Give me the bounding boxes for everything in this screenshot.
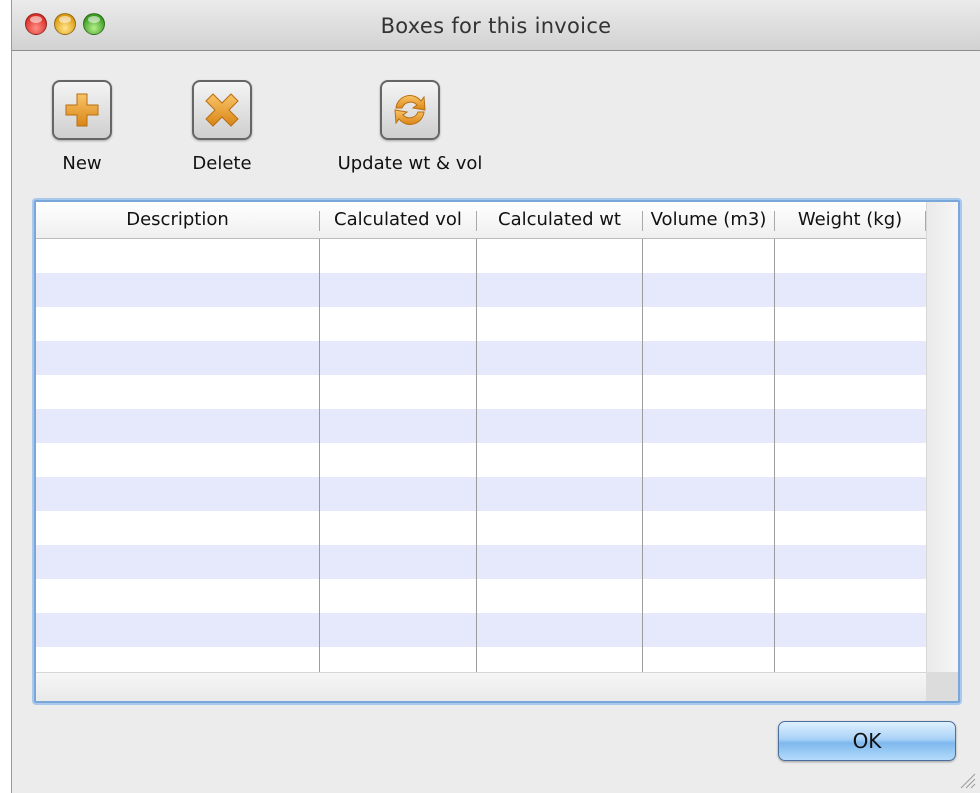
scrollbar-corner	[926, 672, 958, 701]
table-body[interactable]	[36, 239, 926, 672]
ok-button[interactable]: OK	[778, 721, 956, 761]
table-row[interactable]	[36, 477, 926, 511]
table-header: Description Calculated vol Calculated wt…	[36, 202, 926, 239]
column-divider	[642, 239, 643, 672]
x-icon	[192, 80, 252, 140]
delete-button-label: Delete	[192, 153, 252, 174]
table-row[interactable]	[36, 511, 926, 545]
column-divider	[774, 239, 775, 672]
plus-icon	[52, 80, 112, 140]
table-row[interactable]	[36, 307, 926, 341]
boxes-table[interactable]: Description Calculated vol Calculated wt…	[34, 200, 960, 703]
invoice-boxes-window: Boxes for this invoice New Delete Update…	[11, 0, 980, 793]
table-row[interactable]	[36, 341, 926, 375]
table-row[interactable]	[36, 409, 926, 443]
update-wt-vol-button[interactable]: Update wt & vol	[330, 80, 490, 174]
column-header-weight[interactable]: Weight (kg)	[775, 202, 925, 238]
table-row[interactable]	[36, 613, 926, 647]
resize-grip-icon[interactable]	[958, 771, 976, 789]
horizontal-scrollbar[interactable]	[36, 672, 926, 701]
refresh-icon	[380, 80, 440, 140]
update-wt-vol-button-label: Update wt & vol	[337, 153, 483, 174]
column-divider	[319, 239, 320, 672]
column-divider	[476, 239, 477, 672]
table-row[interactable]	[36, 375, 926, 409]
table-row[interactable]	[36, 443, 926, 477]
column-header-volume[interactable]: Volume (m3)	[643, 202, 774, 238]
column-header-calculated-vol[interactable]: Calculated vol	[320, 202, 476, 238]
new-button[interactable]: New	[42, 80, 122, 174]
table-row[interactable]	[36, 545, 926, 579]
table-row[interactable]	[36, 239, 926, 273]
window-title: Boxes for this invoice	[380, 14, 612, 38]
table-row[interactable]	[36, 273, 926, 307]
new-button-label: New	[62, 153, 102, 174]
table-row[interactable]	[36, 647, 926, 672]
title-bar[interactable]: Boxes for this invoice	[12, 0, 980, 51]
table-row[interactable]	[36, 579, 926, 613]
column-header-calculated-wt[interactable]: Calculated wt	[477, 202, 642, 238]
column-header-description[interactable]: Description	[36, 202, 319, 238]
vertical-scrollbar[interactable]	[926, 202, 958, 672]
delete-button[interactable]: Delete	[182, 80, 262, 174]
